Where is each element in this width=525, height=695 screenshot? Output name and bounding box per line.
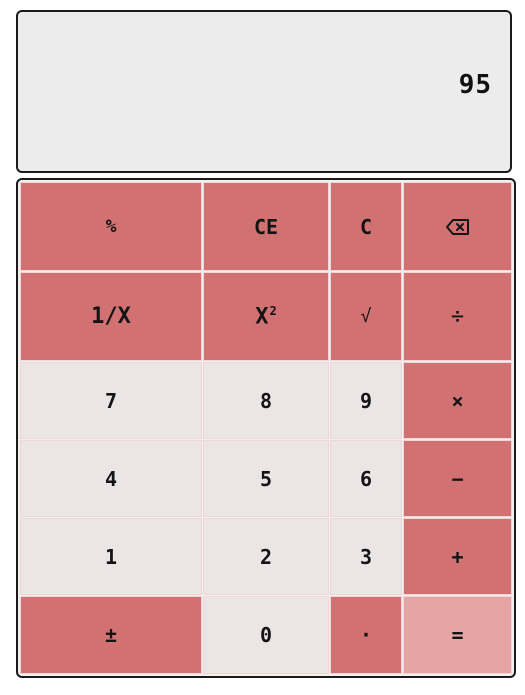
multiply-label: × [451, 388, 464, 413]
display-panel: 95 [16, 10, 512, 173]
keypad: % CE C 1/X X2 √ ÷ 7 8 9 × 4 5 6 − 1 2 3 … [16, 178, 516, 678]
digit-6-button[interactable]: 6 [330, 440, 402, 517]
digit-5-label: 5 [259, 466, 273, 491]
digit-5-button[interactable]: 5 [203, 440, 329, 517]
plus-button[interactable]: + [403, 518, 512, 595]
minus-button[interactable]: − [403, 440, 512, 517]
decimal-button[interactable]: · [330, 596, 402, 674]
sqrt-label: √ [360, 306, 372, 327]
percent-button[interactable]: % [20, 182, 202, 271]
equals-label: = [451, 623, 464, 647]
digit-4-button[interactable]: 4 [20, 440, 202, 517]
digit-9-button[interactable]: 9 [330, 362, 402, 439]
digit-9-label: 9 [359, 388, 373, 413]
plus-label: + [451, 544, 464, 569]
square-base: X [255, 304, 269, 330]
reciprocal-label: 1/X [91, 304, 131, 329]
digit-2-button[interactable]: 2 [203, 518, 329, 595]
clear-entry-label: CE [253, 214, 279, 239]
divide-button[interactable]: ÷ [403, 272, 512, 361]
display-value: 95 [458, 70, 492, 100]
digit-0-label: 0 [259, 623, 273, 647]
digit-2-label: 2 [259, 544, 273, 569]
clear-label: C [359, 214, 373, 239]
backspace-icon [445, 218, 469, 235]
minus-label: − [451, 466, 464, 491]
square-button[interactable]: X2 [203, 272, 329, 361]
square-label: X2 [255, 304, 276, 329]
sqrt-button[interactable]: √ [330, 272, 402, 361]
equals-button[interactable]: = [403, 596, 512, 674]
calculator: 95 % CE C 1/X X2 √ ÷ 7 8 9 × 4 5 6 − 1 2… [0, 0, 525, 695]
digit-1-button[interactable]: 1 [20, 518, 202, 595]
multiply-button[interactable]: × [403, 362, 512, 439]
digit-8-button[interactable]: 8 [203, 362, 329, 439]
digit-3-button[interactable]: 3 [330, 518, 402, 595]
backspace-button[interactable] [403, 182, 512, 271]
digit-1-label: 1 [104, 544, 118, 569]
digit-4-label: 4 [104, 466, 118, 491]
digit-3-label: 3 [359, 544, 373, 569]
decimal-label: · [359, 623, 373, 647]
negate-label: ± [104, 623, 118, 647]
digit-7-button[interactable]: 7 [20, 362, 202, 439]
divide-label: ÷ [450, 304, 465, 329]
reciprocal-button[interactable]: 1/X [20, 272, 202, 361]
negate-button[interactable]: ± [20, 596, 202, 674]
square-exponent: 2 [269, 303, 277, 318]
clear-button[interactable]: C [330, 182, 402, 271]
digit-8-label: 8 [259, 388, 273, 413]
digit-6-label: 6 [359, 466, 373, 491]
percent-label: % [105, 216, 117, 237]
digit-7-label: 7 [104, 388, 118, 413]
clear-entry-button[interactable]: CE [203, 182, 329, 271]
digit-0-button[interactable]: 0 [203, 596, 329, 674]
